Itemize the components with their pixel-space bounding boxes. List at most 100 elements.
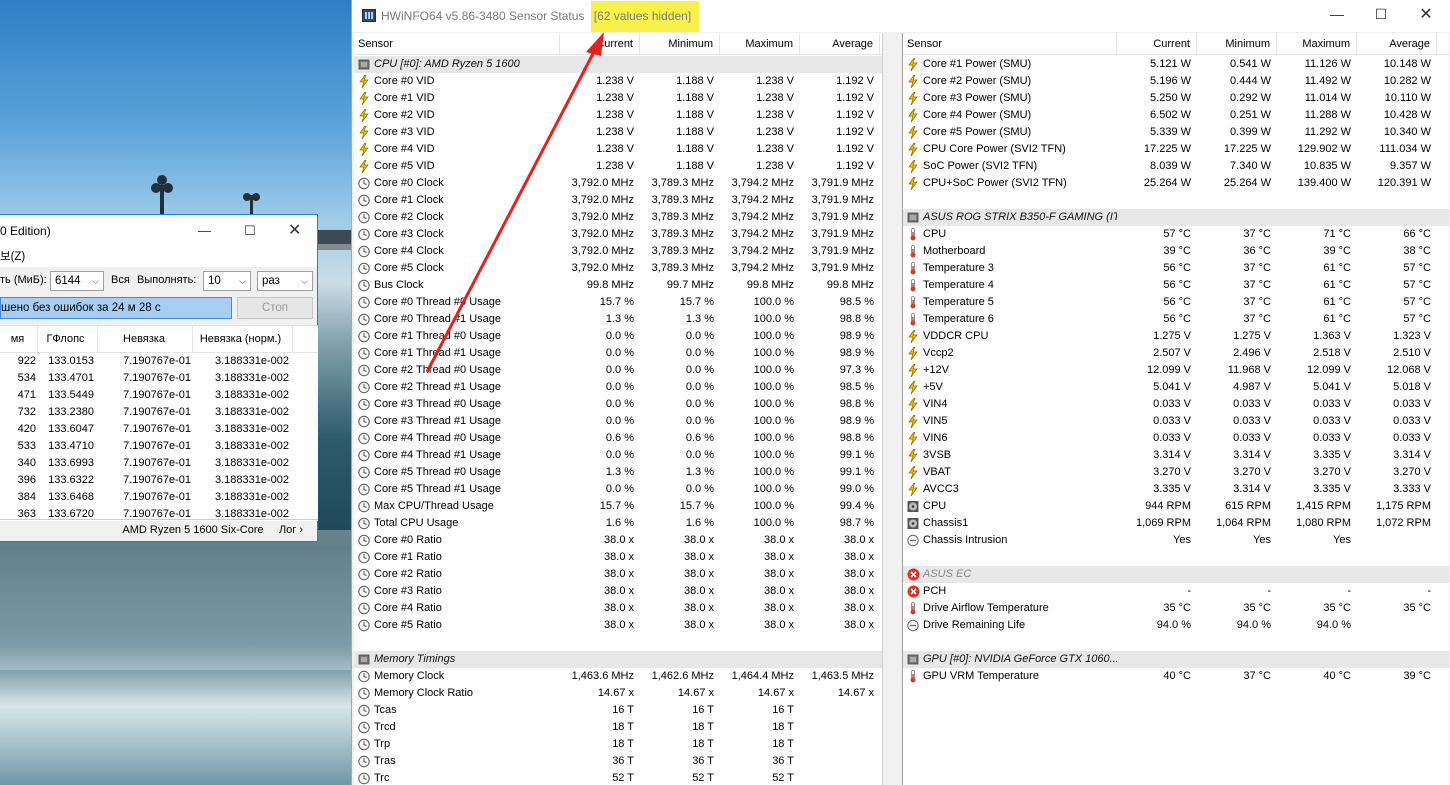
sensor-row[interactable]: VIN6 0.033 V 0.033 V 0.033 V 0.033 V (903, 430, 1449, 447)
table-row[interactable]: 420 133.6047 7.190767e-01 3.188331e-002 (0, 421, 318, 438)
sensor-row[interactable]: Core #5 Ratio 38.0 x 38.0 x 38.0 x 38.0 x (354, 617, 882, 634)
sensor-row[interactable]: Core #1 Clock 3,792.0 MHz 3,789.3 MHz 3,794… (354, 192, 882, 209)
sensor-row[interactable]: Max CPU/Thread Usage 15.7 % 15.7 % 100.0 % 9… (354, 498, 882, 515)
close-icon[interactable]: ✕ (1416, 4, 1436, 24)
col-current[interactable]: Current (1117, 33, 1197, 54)
table-row[interactable]: 471 133.5449 7.190767e-01 3.188331e-002 (0, 387, 318, 404)
col-header[interactable]: ГФлопс (38, 326, 98, 352)
sensor-row[interactable]: Core #2 Ratio 38.0 x 38.0 x 38.0 x 38.0 x (354, 566, 882, 583)
sensor-row[interactable]: Core #0 Ratio 38.0 x 38.0 x 38.0 x 38.0 x (354, 532, 882, 549)
sensor-row[interactable]: Core #3 Thread #0 Usage 0.0 % 0.0 % 100.0 %… (354, 396, 882, 413)
sensor-row[interactable]: Core #4 VID 1.238 V 1.188 V 1.238 V 1.192 V (354, 141, 882, 158)
linpack-window[interactable]: 0 Edition) — ☐ ✕ 보(Z) ть (МиБ): 6144 ⌵ Вс… (0, 214, 318, 542)
sensor-row[interactable]: Temperature 5 56 °C 37 °C 61 °C 57 °C (903, 294, 1449, 311)
minimize-icon[interactable]: — (1327, 6, 1347, 22)
stop-button[interactable]: Стоп (237, 297, 313, 319)
col-header[interactable]: Невязка (норм.) (193, 326, 293, 352)
col-header[interactable]: Невязка (98, 326, 193, 352)
sensor-row[interactable]: Core #1 Power (SMU) 5.121 W 0.541 W 11.126 … (903, 56, 1449, 73)
col-maximum[interactable]: Maximum (720, 33, 800, 54)
sensor-row[interactable]: Core #2 VID 1.238 V 1.188 V 1.238 V 1.192 V (354, 107, 882, 124)
sensor-row[interactable]: Core #4 Clock 3,792.0 MHz 3,789.3 MHz 3,794… (354, 243, 882, 260)
sensor-row[interactable]: Core #4 Power (SMU) 6.502 W 0.251 W 11.288 … (903, 107, 1449, 124)
sensor-row[interactable]: Core #0 Thread #0 Usage 15.7 % 15.7 % 100.0… (354, 294, 882, 311)
sensor-row[interactable]: Core #1 Ratio 38.0 x 38.0 x 38.0 x 38.0 x (354, 549, 882, 566)
sensor-panel-left[interactable]: Sensor Current Minimum Maximum Average C… (354, 33, 883, 785)
sensor-row[interactable]: Core #4 Thread #0 Usage 0.6 % 0.6 % 100.0 %… (354, 430, 882, 447)
memory-dropdown[interactable]: 6144 ⌵ (50, 271, 104, 291)
sensor-row[interactable]: Core #5 Power (SMU) 5.339 W 0.399 W 11.292 … (903, 124, 1449, 141)
sensor-row[interactable]: Vccp2 2.507 V 2.496 V 2.518 V 2.510 V (903, 345, 1449, 362)
linpack-menu[interactable]: 보(Z) (0, 247, 317, 267)
sensor-row[interactable]: AVCC3 3.335 V 3.314 V 3.335 V 3.333 V (903, 481, 1449, 498)
sensor-group-header[interactable]: GPU [#0]: NVIDIA GeForce GTX 1060... (903, 651, 1449, 668)
sensor-row[interactable]: Temperature 3 56 °C 37 °C 61 °C 57 °C (903, 260, 1449, 277)
sensor-row[interactable]: Chassis Intrusion Yes Yes Yes (903, 532, 1449, 549)
sensor-row[interactable]: Core #3 Clock 3,792.0 MHz 3,789.3 MHz 3,794… (354, 226, 882, 243)
col-header[interactable]: мя (0, 326, 38, 352)
sensor-row[interactable]: 3VSB 3.314 V 3.314 V 3.335 V 3.314 V (903, 447, 1449, 464)
sensor-row[interactable]: Temperature 4 56 °C 37 °C 61 °C 57 °C (903, 277, 1449, 294)
sensor-row[interactable]: Core #3 Ratio 38.0 x 38.0 x 38.0 x 38.0 x (354, 583, 882, 600)
sensor-row[interactable]: Drive Airflow Temperature 35 °C 35 °C 35 °C… (903, 600, 1449, 617)
table-row[interactable]: 534 133.4701 7.190767e-01 3.188331e-002 (0, 370, 318, 387)
table-row[interactable]: 396 133.6322 7.190767e-01 3.188331e-002 (0, 472, 318, 489)
linpack-titlebar[interactable]: 0 Edition) — ☐ ✕ (0, 215, 317, 247)
sensor-row[interactable]: Tcas 16 T 16 T 16 T (354, 702, 882, 719)
sensor-row[interactable]: Core #2 Thread #0 Usage 0.0 % 0.0 % 100.0 %… (354, 362, 882, 379)
col-sensor[interactable]: Sensor (354, 33, 560, 54)
sensor-row[interactable]: Core #3 Power (SMU) 5.250 W 0.292 W 11.014 … (903, 90, 1449, 107)
table-row[interactable]: 384 133.6468 7.190767e-01 3.188331e-002 (0, 489, 318, 506)
sensor-panel-right[interactable]: Sensor Current Minimum Maximum Average C… (902, 33, 1449, 785)
sensor-row[interactable]: Total CPU Usage 1.6 % 1.6 % 100.0 % 98.7 % (354, 515, 882, 532)
sensor-row[interactable]: Bus Clock 99.8 MHz 99.7 MHz 99.8 MHz 99.8 MH… (354, 277, 882, 294)
table-row[interactable]: 922 133.0153 7.190767e-01 3.188331e-002 (0, 353, 318, 370)
sensor-row[interactable]: VBAT 3.270 V 3.270 V 3.270 V 3.270 V (903, 464, 1449, 481)
sensor-row[interactable]: Core #5 Thread #1 Usage 0.0 % 0.0 % 100.0 %… (354, 481, 882, 498)
sensor-row[interactable]: Core #4 Ratio 38.0 x 38.0 x 38.0 x 38.0 x (354, 600, 882, 617)
sensor-row[interactable]: VDDCR CPU 1.275 V 1.275 V 1.363 V 1.323 V (903, 328, 1449, 345)
sensor-row[interactable]: Core #0 Thread #1 Usage 1.3 % 1.3 % 100.0 %… (354, 311, 882, 328)
sensor-row[interactable]: Core #0 VID 1.238 V 1.188 V 1.238 V 1.192 V (354, 73, 882, 90)
sensor-row[interactable]: VIN4 0.033 V 0.033 V 0.033 V 0.033 V (903, 396, 1449, 413)
table-row[interactable]: 340 133.6993 7.190767e-01 3.188331e-002 (0, 455, 318, 472)
sensor-row[interactable]: CPU 944 RPM 615 RPM 1,415 RPM 1,175 RPM (903, 498, 1449, 515)
sensor-row[interactable]: Core #2 Thread #1 Usage 0.0 % 0.0 % 100.0 %… (354, 379, 882, 396)
sensor-row[interactable]: +12V 12.099 V 11.968 V 12.099 V 12.068 V (903, 362, 1449, 379)
col-current[interactable]: Current (560, 33, 640, 54)
sensor-row[interactable]: Memory Clock Ratio 14.67 x 14.67 x 14.67 x 1… (354, 685, 882, 702)
sensor-row[interactable]: Core #2 Clock 3,792.0 MHz 3,789.3 MHz 3,794… (354, 209, 882, 226)
sensor-row[interactable]: GPU VRM Temperature 40 °C 37 °C 40 °C 39 °C (903, 668, 1449, 685)
sensor-row[interactable]: SoC Power (SVI2 TFN) 8.039 W 7.340 W 10.835… (903, 158, 1449, 175)
col-average[interactable]: Average (1357, 33, 1437, 54)
col-minimum[interactable]: Minimum (1197, 33, 1277, 54)
unit-dropdown[interactable]: раз ⌵ (257, 271, 313, 291)
col-average[interactable]: Average (800, 33, 880, 54)
hwinfo-window[interactable]: HWiNFO64 v5.86-3480 Sensor Status [62 va… (351, 0, 1450, 785)
sensor-group-header[interactable]: ASUS ROG STRIX B350-F GAMING (IT... (903, 209, 1449, 226)
sensor-row[interactable]: VIN5 0.033 V 0.033 V 0.033 V 0.033 V (903, 413, 1449, 430)
minimize-icon[interactable]: — (198, 223, 211, 238)
run-count-dropdown[interactable]: 10 ⌵ (203, 271, 251, 291)
sensor-row[interactable]: Trcd 18 T 18 T 18 T (354, 719, 882, 736)
sensor-row[interactable]: CPU Core Power (SVI2 TFN) 17.225 W 17.225 … (903, 141, 1449, 158)
log-button[interactable]: Лог › (266, 520, 316, 541)
table-row[interactable]: 732 133.2380 7.190767e-01 3.188331e-002 (0, 404, 318, 421)
sensor-group-header[interactable]: ASUS EC (903, 566, 1449, 583)
sensor-row[interactable]: Drive Remaining Life 94.0 % 94.0 % 94.0 % (903, 617, 1449, 634)
sensor-row[interactable]: Core #2 Power (SMU) 5.196 W 0.444 W 11.492 … (903, 73, 1449, 90)
col-minimum[interactable]: Minimum (640, 33, 720, 54)
sensor-row[interactable]: Core #3 VID 1.238 V 1.188 V 1.238 V 1.192 V (354, 124, 882, 141)
sensor-group-header[interactable]: Memory Timings (354, 651, 882, 668)
sensor-row[interactable]: Core #3 Thread #1 Usage 0.0 % 0.0 % 100.0 %… (354, 413, 882, 430)
sensor-row[interactable]: Temperature 6 56 °C 37 °C 61 °C 57 °C (903, 311, 1449, 328)
sensor-row[interactable]: Core #4 Thread #1 Usage 0.0 % 0.0 % 100.0 %… (354, 447, 882, 464)
sensor-row[interactable]: Core #5 VID 1.238 V 1.188 V 1.238 V 1.192 V (354, 158, 882, 175)
close-icon[interactable]: ✕ (288, 220, 301, 240)
sensor-row[interactable]: CPU 57 °C 37 °C 71 °C 66 °C (903, 226, 1449, 243)
sensor-row[interactable]: PCH - - - - (903, 583, 1449, 600)
table-row[interactable]: 533 133.4710 7.190767e-01 3.188331e-002 (0, 438, 318, 455)
sensor-row[interactable]: Trc 52 T 52 T 52 T (354, 770, 882, 785)
sensor-row[interactable]: Memory Clock 1,463.6 MHz 1,462.6 MHz 1,464.… (354, 668, 882, 685)
maximize-icon[interactable]: ☐ (1371, 6, 1391, 23)
